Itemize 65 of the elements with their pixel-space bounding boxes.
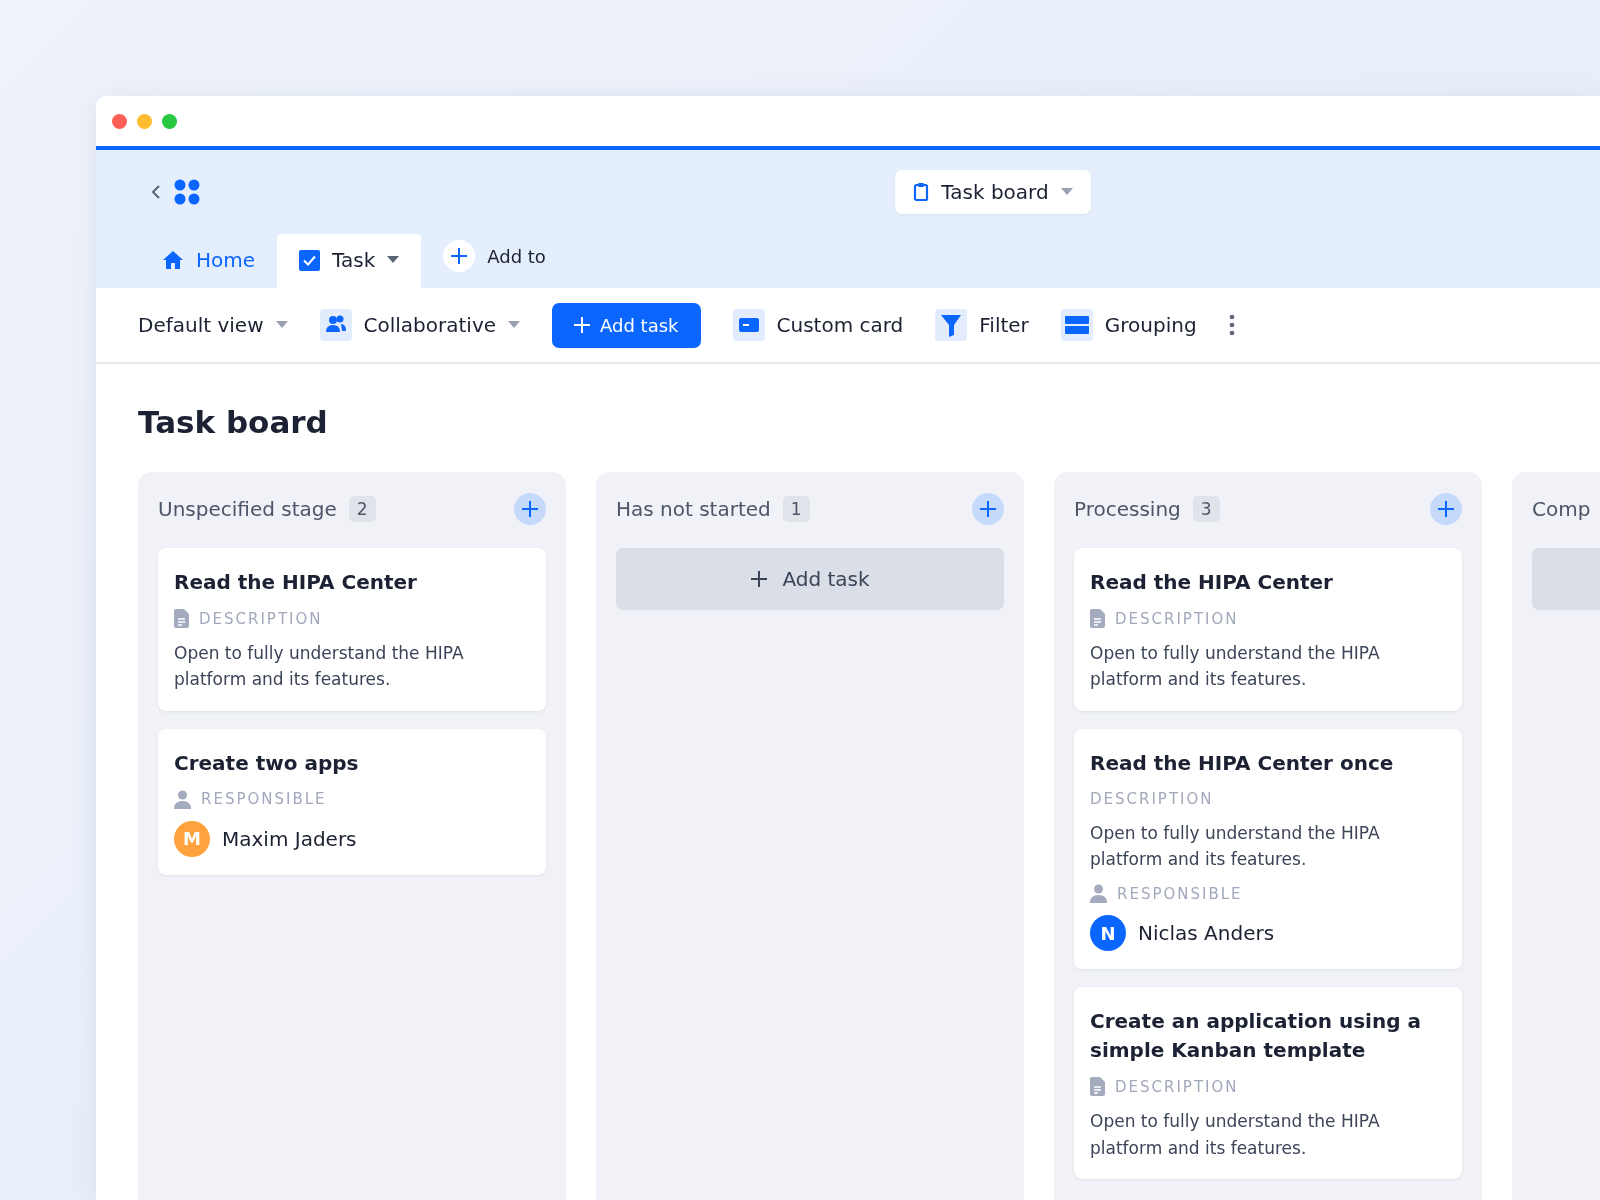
toolbar-button[interactable]: Grouping: [1060, 309, 1197, 341]
mode-dropdown[interactable]: Collaborative: [319, 309, 521, 341]
field-label: DESCRIPTION: [1090, 789, 1214, 808]
column-title: Unspecified stage: [158, 497, 337, 521]
count-badge: 1: [782, 496, 810, 522]
card-description: Open to fully understand the HIPA platform and its features.: [1090, 1110, 1381, 1160]
toolbar-button[interactable]: Custom card: [732, 309, 904, 341]
more-options-icon[interactable]: [1228, 314, 1235, 336]
apps-grid-icon[interactable]: [173, 178, 201, 206]
field-label: DESCRIPTION: [1115, 609, 1239, 628]
card-title: Create an application using a simple Kanban template: [1090, 1008, 1422, 1065]
back-icon[interactable]: [151, 184, 161, 200]
tab[interactable]: Home: [140, 234, 278, 288]
card-title: Read the HIPA Center once: [1090, 749, 1395, 777]
toolbar-button[interactable]: Filter: [935, 309, 1029, 341]
task-card[interactable]: Read the HIPA Center once DESCRIPTION Open to fully understand the HIPA platform and its features. RESPONSIBLE N Niclas Anders: [1074, 728, 1462, 970]
plus-icon: [574, 317, 591, 333]
card-icon: [732, 309, 765, 341]
field-label: RESPONSIBLE: [1117, 884, 1243, 903]
add-to-button[interactable]: Add to: [421, 230, 568, 288]
card-description: Open to fully understand the HIPA platform and its features.: [1090, 821, 1381, 872]
column-title: Comp: [1532, 497, 1591, 521]
count-badge: 3: [1192, 496, 1220, 522]
card-description: Open to fully understand the HIPA platform and its features.: [174, 642, 465, 692]
add-task-button[interactable]: Add task: [552, 302, 701, 348]
assignee-name: Maxim Jaders: [222, 826, 357, 851]
caret-icon: [508, 321, 521, 329]
add-card-icon[interactable]: [972, 493, 1004, 525]
avatar: M: [174, 820, 210, 857]
count-badge: 2: [348, 496, 376, 522]
home-icon: [162, 249, 184, 271]
caret-icon: [275, 321, 288, 329]
column-title: Has not started: [616, 497, 771, 521]
add-task-button[interactable]: Add task: [616, 548, 1004, 610]
card-title: Create two apps: [174, 749, 360, 777]
task-card[interactable]: Create an application using a simple Kanban template DESCRIPTION Open to fully understand the HIPA platform and its features.: [1074, 987, 1462, 1180]
maximize-button[interactable]: [162, 113, 177, 129]
task-card[interactable]: Read the HIPA Center DESCRIPTION Open to fully understand the HIPA platform and its features.: [1074, 548, 1462, 711]
field-label: DESCRIPTION: [1115, 1077, 1239, 1096]
tab[interactable]: Task: [277, 234, 422, 288]
field-label: RESPONSIBLE: [201, 790, 327, 809]
add-card-icon[interactable]: [1430, 493, 1462, 525]
plus-icon: [750, 570, 769, 588]
plus-icon: [443, 240, 476, 272]
caret-icon: [1060, 188, 1073, 196]
card-description: Open to fully understand the HIPA platform and its features.: [1090, 642, 1381, 692]
board-selector[interactable]: Task board: [895, 170, 1091, 214]
task-card[interactable]: Create two apps RESPONSIBLE M Maxim Jaders: [158, 728, 546, 875]
card-title: Read the HIPA Center: [1090, 569, 1334, 596]
add-card-icon[interactable]: [514, 493, 546, 525]
avatar: N: [1090, 915, 1126, 952]
caret-icon: [387, 256, 400, 264]
clipboard-icon: [913, 182, 930, 202]
task-card[interactable]: Read the HIPA Center DESCRIPTION Open to fully understand the HIPA platform and its features.: [158, 548, 546, 711]
column-title: Processing: [1074, 497, 1181, 521]
close-button[interactable]: [112, 113, 127, 129]
checkbox-icon: [299, 249, 321, 271]
field-label: DESCRIPTION: [199, 609, 323, 628]
page-title: Task board: [138, 404, 329, 440]
assignee-name: Niclas Anders: [1138, 921, 1275, 946]
people-icon: [319, 309, 352, 341]
card-title: Read the HIPA Center: [174, 569, 418, 596]
grouping-icon: [1060, 309, 1093, 341]
filter-icon: [935, 309, 968, 341]
view-dropdown[interactable]: Default view: [138, 313, 288, 337]
